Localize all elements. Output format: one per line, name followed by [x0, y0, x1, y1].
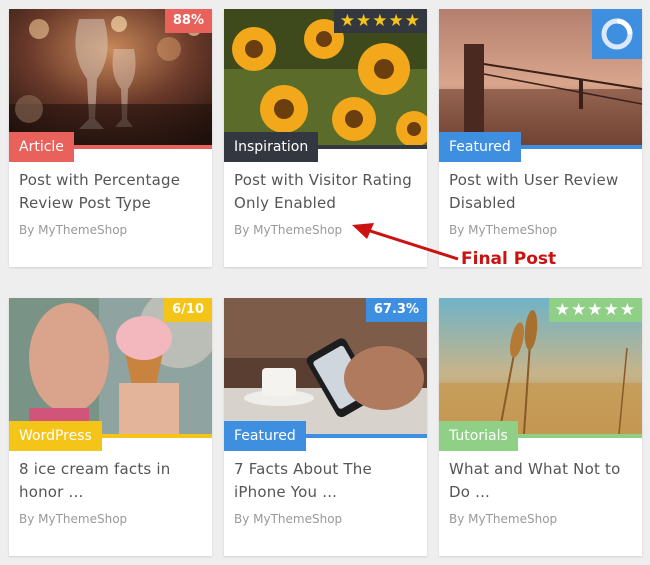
category-label[interactable]: Tutorials — [439, 421, 518, 451]
review-score-badge: 6/10 — [164, 298, 212, 322]
post-author[interactable]: By MyThemeShop — [234, 512, 342, 526]
post-card-3[interactable]: Featured Post with User Review Disabled … — [439, 9, 642, 267]
visitor-rating-stars: ★★★★★ — [333, 9, 427, 33]
star-icon: ★ — [619, 300, 636, 320]
star-icon: ★ — [603, 300, 620, 320]
review-percentage-badge: 67.3% — [365, 298, 427, 322]
category-label[interactable]: Article — [9, 132, 74, 162]
post-author[interactable]: By MyThemeShop — [234, 223, 342, 237]
post-author[interactable]: By MyThemeShop — [449, 512, 557, 526]
post-title[interactable]: Post with Percentage Review Post Type — [19, 169, 205, 215]
post-title[interactable]: 8 ice cream facts in honor ... — [19, 458, 205, 504]
star-icon: ★ — [372, 11, 389, 31]
category-label[interactable]: Featured — [224, 421, 306, 451]
post-author[interactable]: By MyThemeShop — [449, 223, 557, 237]
star-icon: ★ — [339, 11, 356, 31]
post-card-5[interactable]: 67.3% Featured 7 Facts About The iPhone … — [224, 298, 427, 556]
star-icon: ★ — [571, 300, 588, 320]
post-title[interactable]: Post with User Review Disabled — [449, 169, 635, 215]
post-title[interactable]: Post with Visitor Rating Only Enabled — [234, 169, 420, 215]
post-author[interactable]: By MyThemeShop — [19, 512, 127, 526]
post-title[interactable]: 7 Facts About The iPhone You ... — [234, 458, 420, 504]
category-label[interactable]: WordPress — [9, 421, 102, 451]
star-icon: ★ — [356, 11, 373, 31]
star-icon: ★ — [587, 300, 604, 320]
loading-ring-icon — [592, 9, 642, 59]
post-card-4[interactable]: 6/10 WordPress 8 ice cream facts in hono… — [9, 298, 212, 556]
visitor-rating-stars: ★★★★★ — [548, 298, 642, 322]
review-percentage-badge: 88% — [164, 9, 212, 33]
category-label[interactable]: Inspiration — [224, 132, 319, 162]
arrow-icon — [352, 223, 459, 261]
star-icon: ★ — [388, 11, 405, 31]
post-card-6[interactable]: ★★★★★ Tutorials What and What Not to Do … — [439, 298, 642, 556]
category-label[interactable]: Featured — [439, 132, 521, 162]
post-card-1[interactable]: 88% Article Post with Percentage Review … — [9, 9, 212, 267]
post-author[interactable]: By MyThemeShop — [19, 223, 127, 237]
star-icon: ★ — [404, 11, 421, 31]
post-title[interactable]: What and What Not to Do ... — [449, 458, 635, 504]
star-icon: ★ — [554, 300, 571, 320]
final-post-annotation: Final Post — [461, 249, 557, 269]
